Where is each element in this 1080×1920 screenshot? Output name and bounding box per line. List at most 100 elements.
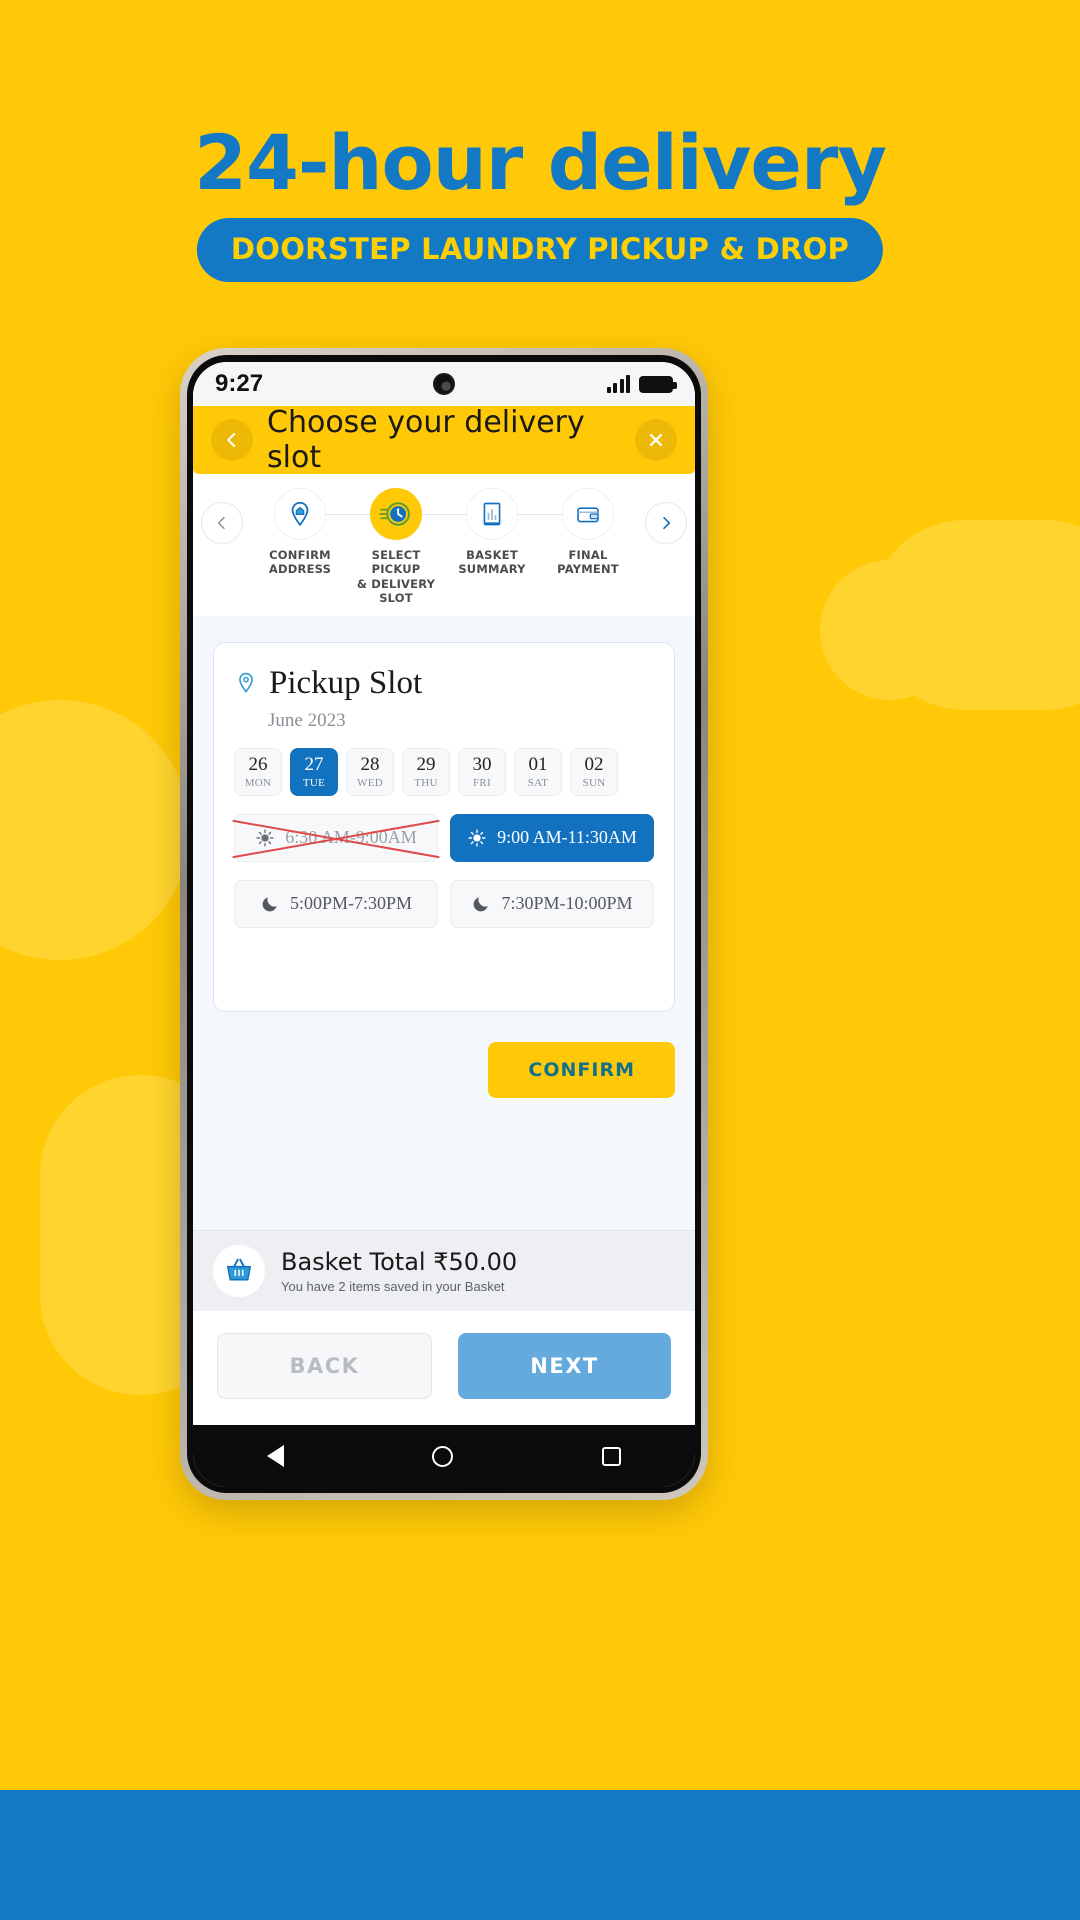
background-blob <box>820 560 960 700</box>
date-number: 27 <box>304 753 324 775</box>
step-confirm-address[interactable]: CONFIRM ADDRESS <box>252 488 370 577</box>
step-icon-bubble <box>274 488 326 540</box>
step-label-line2: ADDRESS <box>268 562 332 577</box>
android-home-icon[interactable] <box>432 1445 454 1467</box>
date-weekday: FRI <box>472 776 492 789</box>
next-button[interactable]: NEXT <box>458 1333 671 1399</box>
step-label-line2: PAYMENT <box>557 562 619 577</box>
date-weekday: SUN <box>582 776 606 789</box>
basket-text: Basket Total ₹50.00 You have 2 items sav… <box>281 1248 517 1294</box>
stepper-steps: CONFIRM ADDRESS SELECT PICKUP & DELIVERY… <box>243 488 645 606</box>
app-header: Choose your delivery slot <box>193 405 695 475</box>
phone-screen: 9:27 Choose your delivery slot CONFIRM A… <box>193 362 695 1487</box>
step-select-pickup-slot[interactable]: SELECT PICKUP & DELIVERY SLOT <box>348 488 466 606</box>
date-weekday: MON <box>244 776 272 789</box>
bottom-color-band <box>0 1790 1080 1920</box>
back-button[interactable]: BACK <box>217 1333 432 1399</box>
wallet-icon <box>577 507 599 523</box>
speed-clock-icon <box>379 502 410 526</box>
card-header: Pickup Slot <box>234 665 654 702</box>
status-time: 9:27 <box>215 370 264 397</box>
stepper-prev-button[interactable] <box>201 502 243 544</box>
date-chip[interactable]: 01 SAT <box>514 747 562 796</box>
shopping-basket-icon <box>227 1258 251 1281</box>
date-weekday: THU <box>414 776 438 789</box>
time-slot-label: 9:00 AM-11:30AM <box>497 827 637 847</box>
step-icon-bubble <box>466 488 518 540</box>
page-title: Choose your delivery slot <box>267 405 585 475</box>
promo-subbanner: DOORSTEP LAUNDRY PICKUP & DROP <box>196 218 884 282</box>
date-number: 26 <box>248 753 268 775</box>
step-label-line1: CONFIRM <box>269 548 331 562</box>
step-label-line1: FINAL <box>568 548 608 562</box>
time-slot-label: 5:00PM-7:30PM <box>289 893 413 913</box>
step-icon-bubble <box>562 488 614 540</box>
time-slot-row-evening: 5:00PM-7:30PM 7:30PM-10:00PM <box>234 879 654 928</box>
location-pin-icon <box>239 672 253 693</box>
step-icon-bubble <box>370 488 422 540</box>
date-weekday: WED <box>357 776 383 789</box>
time-slot[interactable]: 5:00PM-7:30PM <box>234 879 438 928</box>
time-slot-row-morning: 6:30 AM-9:00AM 9:00 AM-11:30AM <box>232 813 654 862</box>
cellular-signal-icon <box>606 375 630 393</box>
step-label-line2: & DELIVERY SLOT <box>356 576 436 606</box>
receipt-icon <box>483 502 501 526</box>
checkout-stepper: CONFIRM ADDRESS SELECT PICKUP & DELIVERY… <box>193 474 695 616</box>
footer-actions: BACK NEXT <box>193 1311 695 1425</box>
sun-icon <box>468 828 486 847</box>
date-weekday: SAT <box>527 776 549 789</box>
close-icon <box>649 433 663 447</box>
date-picker: 26 MON 27 TUE 28 WED 29 THU 30 FRI 01 SA… <box>234 747 654 796</box>
android-nav-bar <box>193 1425 695 1487</box>
basket-total: Basket Total ₹50.00 <box>281 1248 518 1276</box>
chevron-left-icon <box>227 433 236 447</box>
time-slot-selected[interactable]: 9:00 AM-11:30AM <box>450 813 654 862</box>
date-weekday: TUE <box>302 776 326 789</box>
step-label-line1: SELECT PICKUP <box>371 548 421 577</box>
stepper-next-button[interactable] <box>645 502 687 544</box>
basket-note: You have 2 items saved in your Basket <box>281 1279 505 1294</box>
sun-icon <box>256 828 274 847</box>
date-chip[interactable]: 28 WED <box>346 747 394 796</box>
date-number: 28 <box>360 753 380 775</box>
status-indicators <box>606 375 677 393</box>
date-number: 30 <box>472 753 492 775</box>
chevron-left-icon <box>217 516 225 530</box>
step-label-line1: BASKET <box>466 548 518 562</box>
time-slot-unavailable: 6:30 AM-9:00AM <box>232 813 440 862</box>
date-number: 29 <box>416 753 436 775</box>
moon-icon <box>262 896 277 911</box>
step-basket-summary[interactable]: BASKET SUMMARY <box>444 488 562 577</box>
card-title: Pickup Slot <box>269 664 423 701</box>
date-chip[interactable]: 29 THU <box>402 747 450 796</box>
status-bar: 9:27 <box>193 362 695 406</box>
pickup-slot-card: Pickup Slot June 2023 26 MON 27 TUE 28 W… <box>213 641 675 1012</box>
chevron-right-icon <box>663 516 671 530</box>
phone-bezel: 9:27 Choose your delivery slot CONFIRM A… <box>187 355 701 1493</box>
basket-summary-bar[interactable]: Basket Total ₹50.00 You have 2 items sav… <box>193 1230 695 1311</box>
date-chip[interactable]: 30 FRI <box>458 747 506 796</box>
date-number: 01 <box>528 753 548 775</box>
location-pin-home-icon <box>291 501 309 527</box>
moon-icon <box>474 896 489 911</box>
time-slot-label: 7:30PM-10:00PM <box>501 893 633 913</box>
promo-headline: 24-hour delivery <box>194 118 887 207</box>
date-chip[interactable]: 26 MON <box>234 747 282 796</box>
phone-mockup: 9:27 Choose your delivery slot CONFIRM A… <box>180 348 708 1500</box>
date-number: 02 <box>584 753 604 775</box>
confirm-button[interactable]: CONFIRM <box>488 1041 675 1098</box>
battery-full-icon <box>639 375 677 393</box>
header-back-button[interactable] <box>211 419 253 461</box>
android-recents-icon[interactable] <box>601 1446 621 1466</box>
date-chip[interactable]: 02 SUN <box>570 747 618 796</box>
confirm-row: CONFIRM <box>213 1041 675 1098</box>
time-slot[interactable]: 7:30PM-10:00PM <box>450 879 654 928</box>
date-chip-selected[interactable]: 27 TUE <box>290 747 338 796</box>
basket-icon-wrap <box>213 1245 265 1297</box>
android-back-icon[interactable] <box>267 1445 285 1467</box>
background-blob <box>0 700 190 960</box>
step-final-payment[interactable]: FINAL PAYMENT <box>540 488 636 577</box>
card-month-label: June 2023 <box>268 709 346 731</box>
header-close-button[interactable] <box>635 419 677 461</box>
front-camera-icon <box>433 373 455 395</box>
